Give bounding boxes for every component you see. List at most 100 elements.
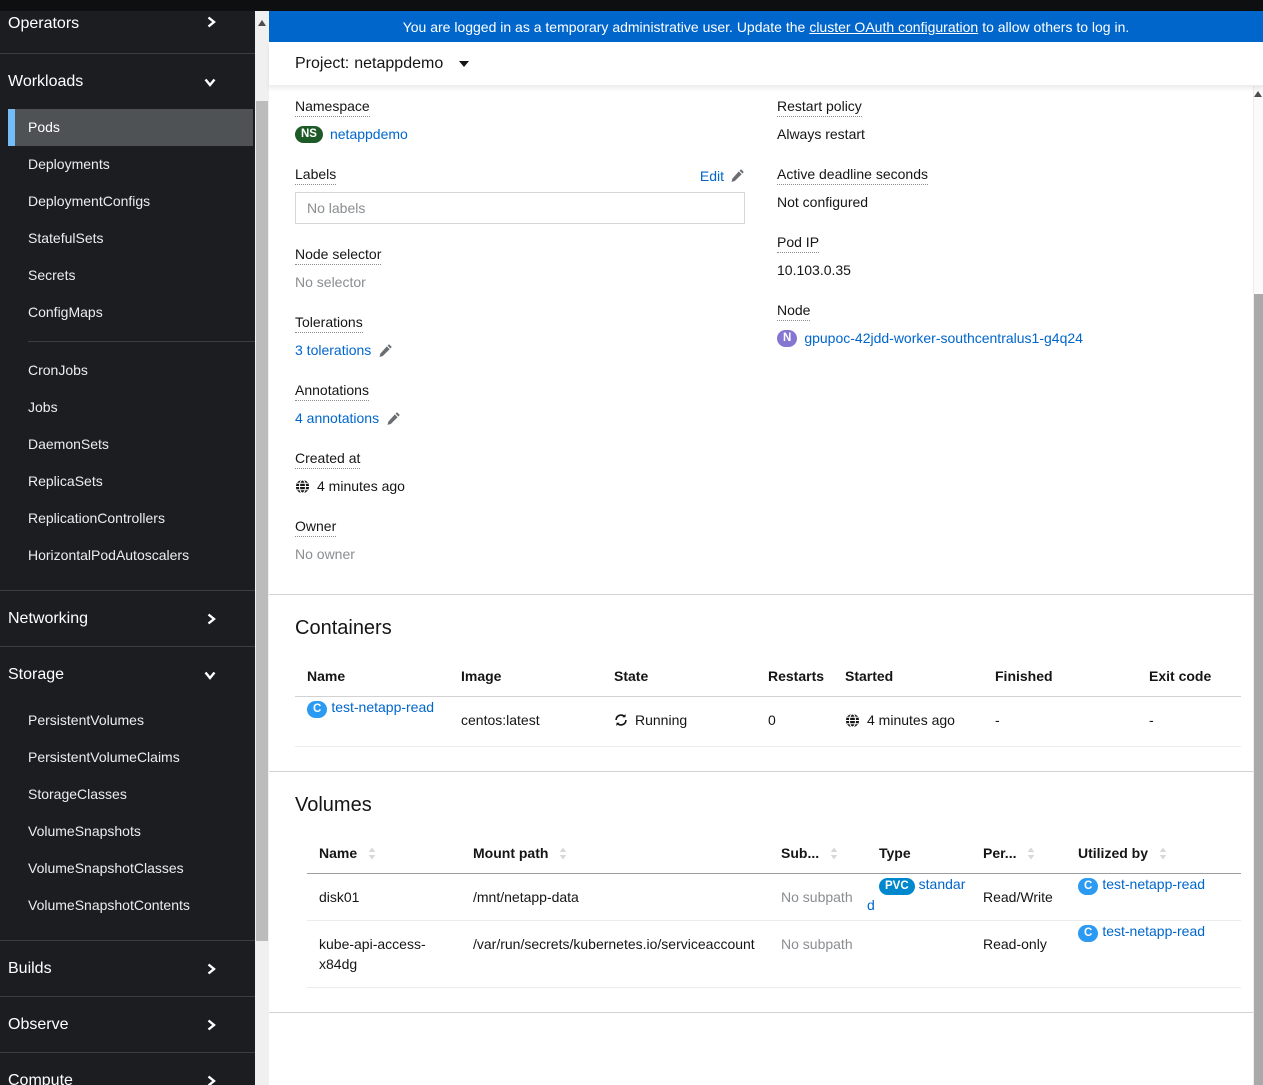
labels-empty-box: No labels [295,192,745,224]
col-header-exit-code: Exit code [1149,668,1212,684]
sidebar-item-label: Operators [8,15,80,32]
sidebar-item-storage[interactable]: Storage [0,647,255,702]
container-name-link[interactable]: test-netapp-read [331,699,434,715]
tolerations-edit-link[interactable]: 3 tolerations [295,340,393,360]
node-badge-icon: N [777,329,798,347]
detail-label: Pod IP [777,234,820,253]
sidebar-item-builds[interactable]: Builds [0,941,255,996]
container-image-cell: centos:latest [461,712,540,728]
col-header-permissions[interactable]: Per... [971,831,1066,874]
sidebar-item-jobs[interactable]: Jobs [0,389,255,426]
sidebar-item-replicationcontrollers[interactable]: ReplicationControllers [0,500,255,537]
sidebar-item-storageclasses[interactable]: StorageClasses [0,776,255,813]
globe-icon [295,478,310,494]
detail-label: Node [777,302,811,321]
utilized-by-link[interactable]: test-netapp-read [1102,923,1205,939]
container-started-cell: 4 minutes ago [833,697,983,747]
sidebar-item-label: Networking [8,609,89,627]
sidebar-scrollbar[interactable] [255,11,269,1085]
utilized-by-link[interactable]: test-netapp-read [1102,876,1205,892]
sidebar-group-observe: Observe [0,996,255,1052]
sidebar-scrollbar-thumb[interactable] [256,101,268,941]
detail-label: Node selector [295,246,382,265]
namespace-link[interactable]: netappdemo [330,124,408,144]
col-header-finished: Finished [995,668,1053,684]
col-header-state: State [614,668,649,684]
main-scrollbar-thumb[interactable] [1254,294,1263,1085]
edit-labels-button[interactable]: Edit [700,168,745,184]
sidebar-group-networking: Networking [0,590,255,646]
main-scrollbar[interactable] [1253,86,1263,1085]
scrollbar-up-arrow-icon[interactable] [258,20,266,26]
col-header-volume-name[interactable]: Name [307,831,461,874]
scrollbar-up-arrow-icon[interactable] [1254,91,1262,97]
detail-label: Restart policy [777,98,862,117]
sort-arrows-icon [1159,847,1167,859]
sidebar-item-label: Compute [8,1071,73,1085]
login-notice-banner: You are logged in as a temporary adminis… [269,11,1263,42]
chevron-right-icon [207,16,216,28]
volume-utilized-by-cell: Ctest-netapp-read [1066,863,1239,905]
project-label: Project: [295,54,350,72]
container-restarts-cell: 0 [768,712,776,728]
sidebar-item-observe[interactable]: Observe [0,997,255,1052]
banner-text: You are logged in as a temporary adminis… [402,18,806,35]
cluster-oauth-config-link[interactable]: cluster OAuth configuration [809,19,978,35]
pvc-badge-icon: PVC [879,877,915,895]
sidebar-item-daemonsets[interactable]: DaemonSets [0,426,255,463]
sidebar-item-cronjobs[interactable]: CronJobs [0,352,255,389]
detail-label: Namespace [295,98,370,117]
sidebar-item-secrets[interactable]: Secrets [0,257,255,294]
sidebar-item-replicasets[interactable]: ReplicaSets [0,463,255,500]
node-link[interactable]: gpupoc-42jdd-worker-southcentralus1-g4q2… [804,328,1083,348]
volume-permissions-cell: Read/Write [983,888,1053,905]
detail-namespace: Namespace NS netappdemo [295,98,745,144]
sidebar-group-storage: Storage PersistentVolumes PersistentVolu… [0,646,255,940]
globe-icon [845,712,860,728]
sidebar-item-horizontalpodautoscalers[interactable]: HorizontalPodAutoscalers [0,537,255,574]
sidebar-item-persistentvolumes[interactable]: PersistentVolumes [0,702,255,739]
detail-restart-policy: Restart policy Always restart [777,98,1227,144]
sidebar-item-volumesnapshotcontents[interactable]: VolumeSnapshotContents [0,887,255,924]
container-state-cell: Running [602,697,756,747]
sidebar-item-statefulsets[interactable]: StatefulSets [0,220,255,257]
sidebar-item-persistentvolumeclaims[interactable]: PersistentVolumeClaims [0,739,255,776]
pencil-icon [387,411,400,425]
sidebar-item-volumesnapshots[interactable]: VolumeSnapshots [0,813,255,850]
sidebar-item-volumesnapshotclasses[interactable]: VolumeSnapshotClasses [0,850,255,887]
sync-icon [615,714,627,726]
volume-utilized-by-cell: Ctest-netapp-read [1066,910,1239,952]
sidebar-item-networking[interactable]: Networking [0,591,255,646]
sidebar-item-label: Workloads [8,72,84,90]
sidebar-item-pods[interactable]: Pods [8,109,253,146]
containers-section: Containers Name Image State Restarts Sta… [269,594,1253,771]
sidebar-group-compute: Compute [0,1052,255,1085]
chevron-right-icon [207,1075,216,1085]
sidebar-item-deployments[interactable]: Deployments [0,146,255,183]
restart-policy-value: Always restart [777,126,865,142]
sidebar-item-operators[interactable]: Operators [0,11,255,53]
volume-subpath-cell: No subpath [781,888,853,905]
volume-name-cell: kube-api-access-x84dg [319,935,426,972]
project-selector[interactable]: Project: netappdemo [269,42,1263,86]
sidebar-item-workloads[interactable]: Workloads [0,54,255,109]
sidebar-item-configmaps[interactable]: ConfigMaps [0,294,255,331]
sidebar-group-workloads: Workloads Pods Deployments DeploymentCon… [0,53,255,590]
containers-title: Containers [295,617,392,639]
containers-table: Name Image State Restarts Started Finish… [295,654,1241,747]
sidebar-item-deploymentconfigs[interactable]: DeploymentConfigs [0,183,255,220]
col-header-subpath[interactable]: Sub... [769,831,867,874]
sidebar-item-compute[interactable]: Compute [0,1053,255,1085]
pencil-icon [379,343,393,357]
annotations-edit-link[interactable]: 4 annotations [295,408,401,428]
volume-permissions-cell: Read-only [983,935,1047,952]
details-left-column: Namespace NS netappdemo Labels Edit No l… [295,98,745,586]
col-header-image: Image [461,668,502,684]
namespace-badge-icon: NS [295,125,323,143]
col-header-mount-path[interactable]: Mount path [461,831,769,874]
container-exit-code-cell: - [1149,712,1154,728]
volume-row: kube-api-access-x84dg /var/run/secrets/k… [307,920,1241,987]
edit-label: Edit [699,167,724,184]
detail-owner: Owner No owner [295,518,745,564]
col-header-started: Started [845,668,894,684]
